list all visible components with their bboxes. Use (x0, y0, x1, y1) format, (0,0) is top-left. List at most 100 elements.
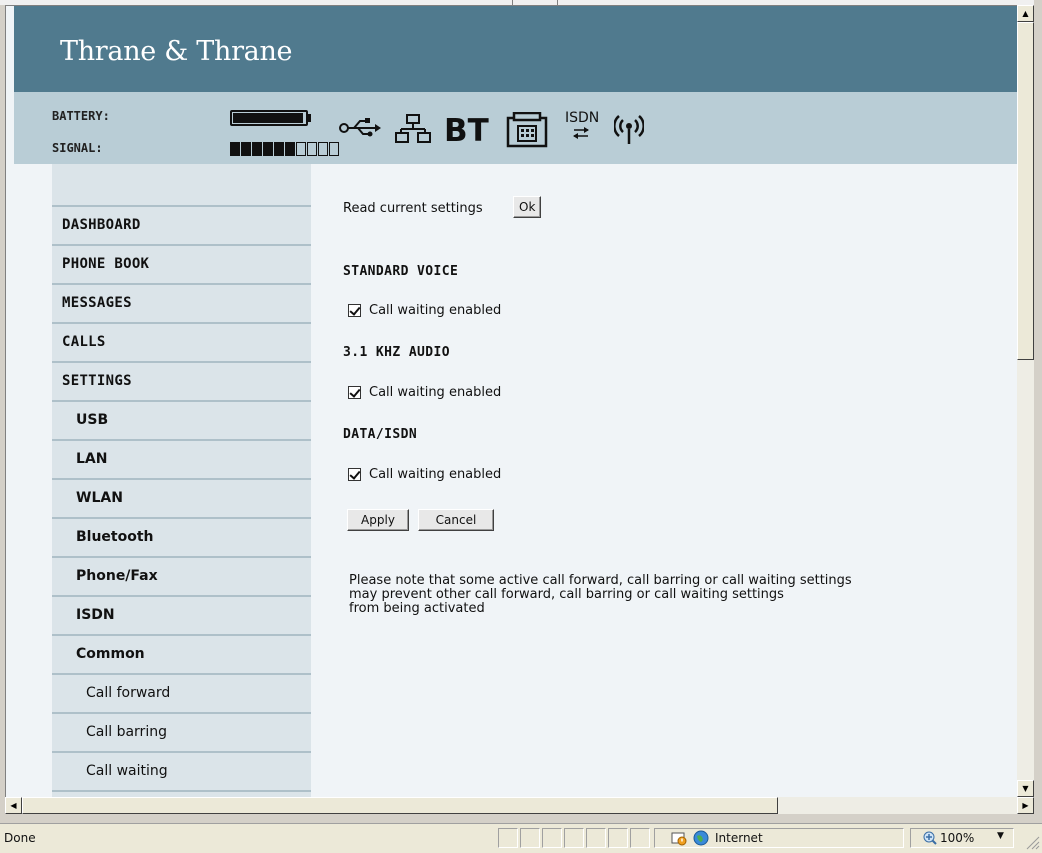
page-viewport: Thrane & Thrane BATTERY: SIGNAL: BT ISDN… (5, 5, 1017, 798)
checkbox-label: Call waiting enabled (369, 467, 502, 482)
zone-text: Internet (715, 831, 763, 845)
status-strip: BATTERY: SIGNAL: BT ISDN (14, 92, 1017, 164)
sidebar-item-phone-fax[interactable]: Phone/Fax (52, 556, 311, 593)
section-heading: DATA/ISDN (343, 427, 418, 442)
checkbox-icon[interactable] (348, 304, 361, 317)
window-edge (1034, 0, 1042, 852)
scroll-right-icon[interactable]: ▶ (1017, 797, 1034, 814)
sidebar-item-isdn[interactable]: ISDN (52, 595, 311, 632)
signal-label: SIGNAL: (52, 141, 103, 155)
sidebar-item-phone-book[interactable]: PHONE BOOK (52, 244, 311, 281)
checkbox-icon[interactable] (348, 468, 361, 481)
status-pane (564, 828, 584, 848)
data-isdn-call-waiting-checkbox[interactable]: Call waiting enabled (348, 467, 501, 482)
usb-icon (339, 118, 381, 137)
section-heading: 3.1 KHZ AUDIO (343, 345, 450, 360)
lan-icon (395, 114, 431, 143)
globe-icon (693, 830, 709, 846)
signal-bar (252, 142, 262, 156)
sidebar-item-label: Call waiting (86, 762, 168, 779)
sidebar-item-call-forward[interactable]: Call forward (52, 673, 311, 710)
sidebar-item-label: Common (76, 645, 145, 662)
status-pane (630, 828, 650, 848)
sidebar-item-label: CALLS (62, 333, 106, 350)
sidebar-item-calls[interactable]: CALLS (52, 322, 311, 359)
sidebar-item-call-barring[interactable]: Call barring (52, 712, 311, 749)
sidebar-divider (52, 790, 311, 794)
signal-bar (274, 142, 284, 156)
resize-grip-icon[interactable] (1024, 834, 1040, 850)
sidebar-item-label: SETTINGS (62, 372, 132, 389)
signal-meter (230, 142, 339, 158)
signal-bar (307, 142, 317, 156)
sidebar-item-label: Phone/Fax (76, 567, 158, 584)
audio-call-waiting-checkbox[interactable]: Call waiting enabled (348, 385, 501, 400)
scroll-down-icon[interactable]: ▼ (1017, 780, 1034, 797)
settings-note: Please note that some active call forwar… (349, 573, 852, 616)
brand-logo: Thrane & Thrane (60, 36, 293, 67)
sidebar-item-messages[interactable]: MESSAGES (52, 283, 311, 320)
zoom-pane[interactable]: 100% ▼ (910, 828, 1014, 848)
checkbox-label: Call waiting enabled (369, 303, 502, 318)
sidebar-item-call-waiting[interactable]: Call waiting (52, 751, 311, 788)
svg-text:ISDN: ISDN (565, 110, 599, 126)
header-banner: Thrane & Thrane (14, 6, 1017, 92)
security-warning-icon (671, 832, 687, 846)
sidebar-item-label: Call barring (86, 723, 167, 740)
scroll-up-icon[interactable]: ▲ (1017, 5, 1034, 22)
sidebar-item-label: PHONE BOOK (62, 255, 150, 272)
sidebar-item-usb[interactable]: USB (52, 400, 311, 437)
signal-bar (329, 142, 339, 156)
status-text: Done (4, 831, 36, 845)
sidebar-item-lan[interactable]: LAN (52, 439, 311, 476)
zone-pane: Internet (654, 828, 904, 848)
status-pane (608, 828, 628, 848)
standard-voice-call-waiting-checkbox[interactable]: Call waiting enabled (348, 303, 501, 318)
sidebar-item-dashboard[interactable]: DASHBOARD (52, 205, 311, 242)
sidebar-item-label: WLAN (76, 489, 123, 506)
battery-icon (230, 110, 312, 126)
sidebar-item-label: ISDN (76, 606, 115, 623)
status-pane (520, 828, 540, 848)
vertical-scroll-thumb[interactable] (1017, 22, 1034, 360)
svg-text:BT: BT (444, 113, 489, 146)
bluetooth-icon: BT (444, 113, 489, 146)
zoom-icon (923, 831, 937, 845)
phone-fax-icon (506, 112, 548, 148)
status-pane (498, 828, 518, 848)
browser-window: Thrane & Thrane BATTERY: SIGNAL: BT ISDN… (0, 0, 1042, 853)
sidebar-nav: DASHBOARD PHONE BOOK MESSAGES CALLS SETTINGS… (52, 164, 311, 798)
sidebar-item-settings[interactable]: SETTINGS (52, 361, 311, 398)
browser-status-bar: Done Internet 100% ▼ (0, 823, 1042, 853)
sidebar-item-label: Call forward (86, 684, 171, 701)
signal-bar (285, 142, 295, 156)
sidebar-item-label: DASHBOARD (62, 216, 141, 233)
sidebar-item-label: LAN (76, 450, 108, 467)
sidebar-item-label: Bluetooth (76, 528, 154, 545)
cancel-button[interactable]: Cancel (418, 509, 494, 531)
vertical-scrollbar[interactable]: ▲ ▼ (1017, 5, 1034, 797)
signal-bar (241, 142, 251, 156)
sidebar-item-label: USB (76, 411, 109, 428)
read-settings-label: Read current settings (343, 201, 483, 216)
sidebar-item-wlan[interactable]: WLAN (52, 478, 311, 515)
checkbox-icon[interactable] (348, 386, 361, 399)
signal-bar (318, 142, 328, 156)
signal-bar (230, 142, 240, 156)
zoom-text: 100% (940, 831, 975, 845)
apply-button[interactable]: Apply (347, 509, 409, 531)
zoom-dropdown-icon[interactable]: ▼ (997, 831, 1004, 841)
signal-bar (296, 142, 306, 156)
wlan-icon (614, 115, 644, 144)
section-heading: STANDARD VOICE (343, 264, 459, 279)
scroll-left-icon[interactable]: ◀ (5, 797, 22, 814)
isdn-icon: ISDN (565, 110, 599, 139)
ok-button[interactable]: Ok (513, 196, 542, 218)
sidebar-item-label: MESSAGES (62, 294, 132, 311)
horizontal-scroll-thumb[interactable] (22, 797, 778, 814)
sidebar-item-common[interactable]: Common (52, 634, 311, 671)
horizontal-scrollbar[interactable]: ◀ ▶ (5, 797, 1034, 814)
status-pane (542, 828, 562, 848)
sidebar-item-bluetooth[interactable]: Bluetooth (52, 517, 311, 554)
battery-label: BATTERY: (52, 109, 110, 123)
